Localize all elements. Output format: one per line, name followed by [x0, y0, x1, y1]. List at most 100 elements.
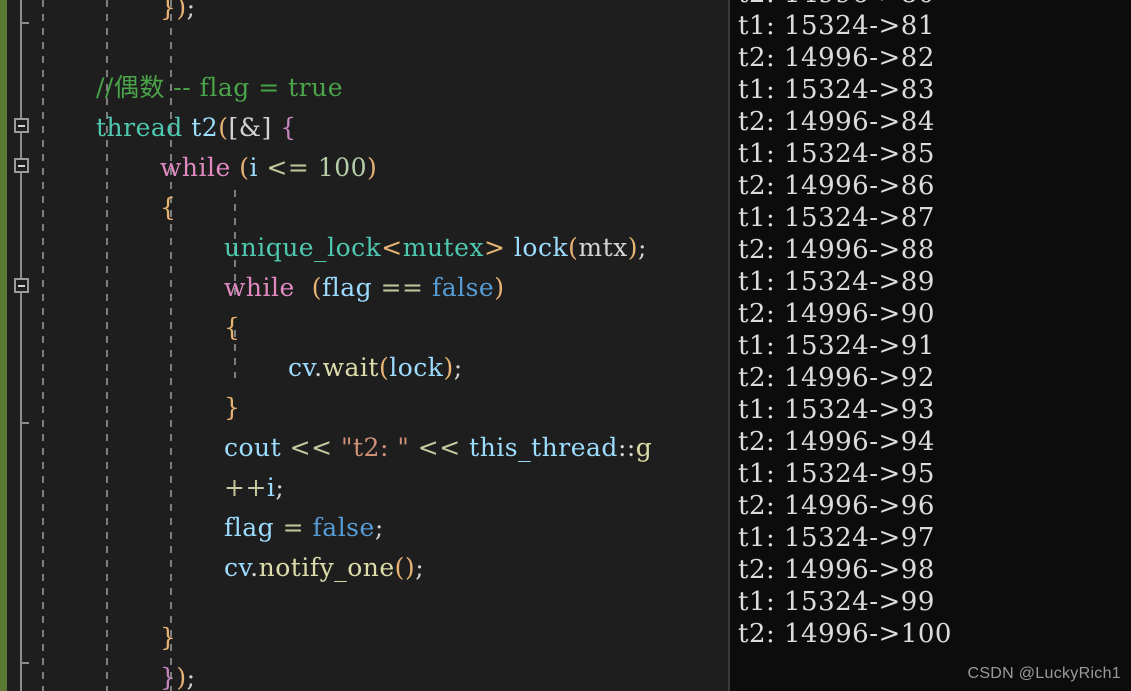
code-line[interactable]: }: [0, 388, 240, 428]
code-token: <<: [417, 433, 461, 462]
code-line[interactable]: }: [0, 618, 176, 658]
code-token: (: [239, 153, 250, 182]
code-token: unique_lock: [224, 233, 382, 262]
code-token: cv: [224, 553, 251, 582]
code-token: this_thread: [469, 433, 618, 462]
code-token: <<: [289, 433, 333, 462]
csdn-watermark: CSDN @LuckyRich1: [967, 665, 1121, 682]
code-token: mutex: [402, 233, 484, 262]
terminal-output-pane[interactable]: t2: 14996->80t1: 15324->81t2: 14996->82t…: [728, 0, 1131, 691]
code-token: <=: [266, 153, 310, 182]
code-token: ==: [380, 273, 424, 302]
code-line[interactable]: flag = false;: [0, 508, 384, 548]
terminal-line: t1: 15324->83: [738, 75, 935, 105]
code-token: (: [218, 113, 229, 142]
code-line[interactable]: while (flag == false): [0, 268, 505, 308]
code-line[interactable]: //偶数 -- flag = true: [0, 68, 343, 108]
terminal-line: t2: 14996->92: [738, 363, 935, 393]
terminal-line: t2: 14996->88: [738, 235, 935, 265]
terminal-line: t2: 14996->94: [738, 427, 935, 457]
code-token: ): [494, 273, 505, 302]
code-line[interactable]: cv.notify_one();: [0, 548, 424, 588]
pane-divider[interactable]: [728, 0, 730, 691]
code-token: lock: [513, 233, 569, 262]
code-token: (: [311, 273, 322, 302]
code-token: (: [378, 353, 390, 382]
terminal-line: t2: 14996->84: [738, 107, 935, 137]
code-token: ++: [224, 473, 267, 502]
terminal-line: t1: 15324->85: [738, 139, 935, 169]
terminal-line: t1: 15324->87: [738, 203, 935, 233]
code-token: ::: [617, 433, 636, 462]
code-token: cv: [288, 353, 315, 382]
code-token: flag: [321, 273, 373, 302]
code-line[interactable]: while (i <= 100): [0, 148, 377, 188]
code-line[interactable]: {: [0, 188, 176, 228]
code-token: 100: [317, 153, 368, 182]
code-token: ;: [186, 663, 196, 691]
terminal-line: t2: 14996->86: [738, 171, 935, 201]
code-token: ;: [374, 513, 384, 542]
code-token: >: [484, 233, 506, 262]
code-token: "t2: ": [341, 433, 410, 462]
code-line[interactable]: {: [0, 308, 240, 348]
terminal-line: t1: 15324->99: [738, 587, 935, 617]
code-token: ;: [415, 553, 425, 582]
terminal-line: t1: 15324->97: [738, 523, 935, 553]
code-line[interactable]: });: [0, 658, 196, 691]
terminal-line: t1: 15324->89: [738, 267, 935, 297]
code-token: ): [367, 153, 378, 182]
terminal-line: t2: 14996->96: [738, 491, 935, 521]
code-line[interactable]: });: [0, 0, 196, 28]
code-token: ): [404, 553, 416, 582]
code-token: .: [314, 353, 323, 382]
code-token: //偶数 -- flag = true: [96, 73, 344, 102]
code-line[interactable]: cout << "t2: " << this_thread::g: [0, 428, 652, 468]
terminal-line: t1: 15324->91: [738, 331, 935, 361]
code-line[interactable]: unique_lock<mutex> lock(mtx);: [0, 228, 647, 268]
code-line[interactable]: thread t2([&] {: [0, 108, 297, 148]
code-token: [&]: [228, 113, 272, 142]
terminal-line: t2: 14996->100: [738, 619, 952, 649]
code-token: t2: [191, 113, 219, 142]
code-token: notify_one: [258, 553, 395, 582]
terminal-line-list: t2: 14996->80t1: 15324->81t2: 14996->82t…: [738, 0, 952, 650]
code-token: flag: [224, 513, 275, 542]
code-token: (: [568, 233, 579, 262]
code-token: ): [443, 353, 454, 382]
code-token: ;: [638, 233, 647, 262]
code-token: }: [160, 623, 177, 652]
terminal-line: t1: 15324->93: [738, 395, 935, 425]
code-token: thread: [96, 113, 183, 142]
code-text-layer[interactable]: });//偶数 -- flag = true thread t2([&] {whi…: [0, 0, 728, 691]
code-editor-pane[interactable]: });//偶数 -- flag = true thread t2([&] {whi…: [0, 0, 728, 691]
code-token: ): [176, 0, 187, 22]
code-token: ;: [453, 353, 463, 382]
code-token: {: [160, 193, 177, 222]
code-token: false: [431, 273, 495, 302]
code-token: lock: [389, 353, 444, 382]
code-token: ;: [275, 473, 285, 502]
code-line[interactable]: ++i;: [0, 468, 284, 508]
code-token: }: [224, 393, 241, 422]
code-line[interactable]: cv.wait(lock);: [0, 348, 463, 388]
code-token: {: [224, 313, 241, 342]
code-token: false: [312, 513, 375, 542]
terminal-line: t2: 14996->90: [738, 299, 935, 329]
code-token: ): [176, 663, 187, 691]
code-token: while: [224, 273, 295, 302]
code-token: <: [381, 233, 403, 262]
